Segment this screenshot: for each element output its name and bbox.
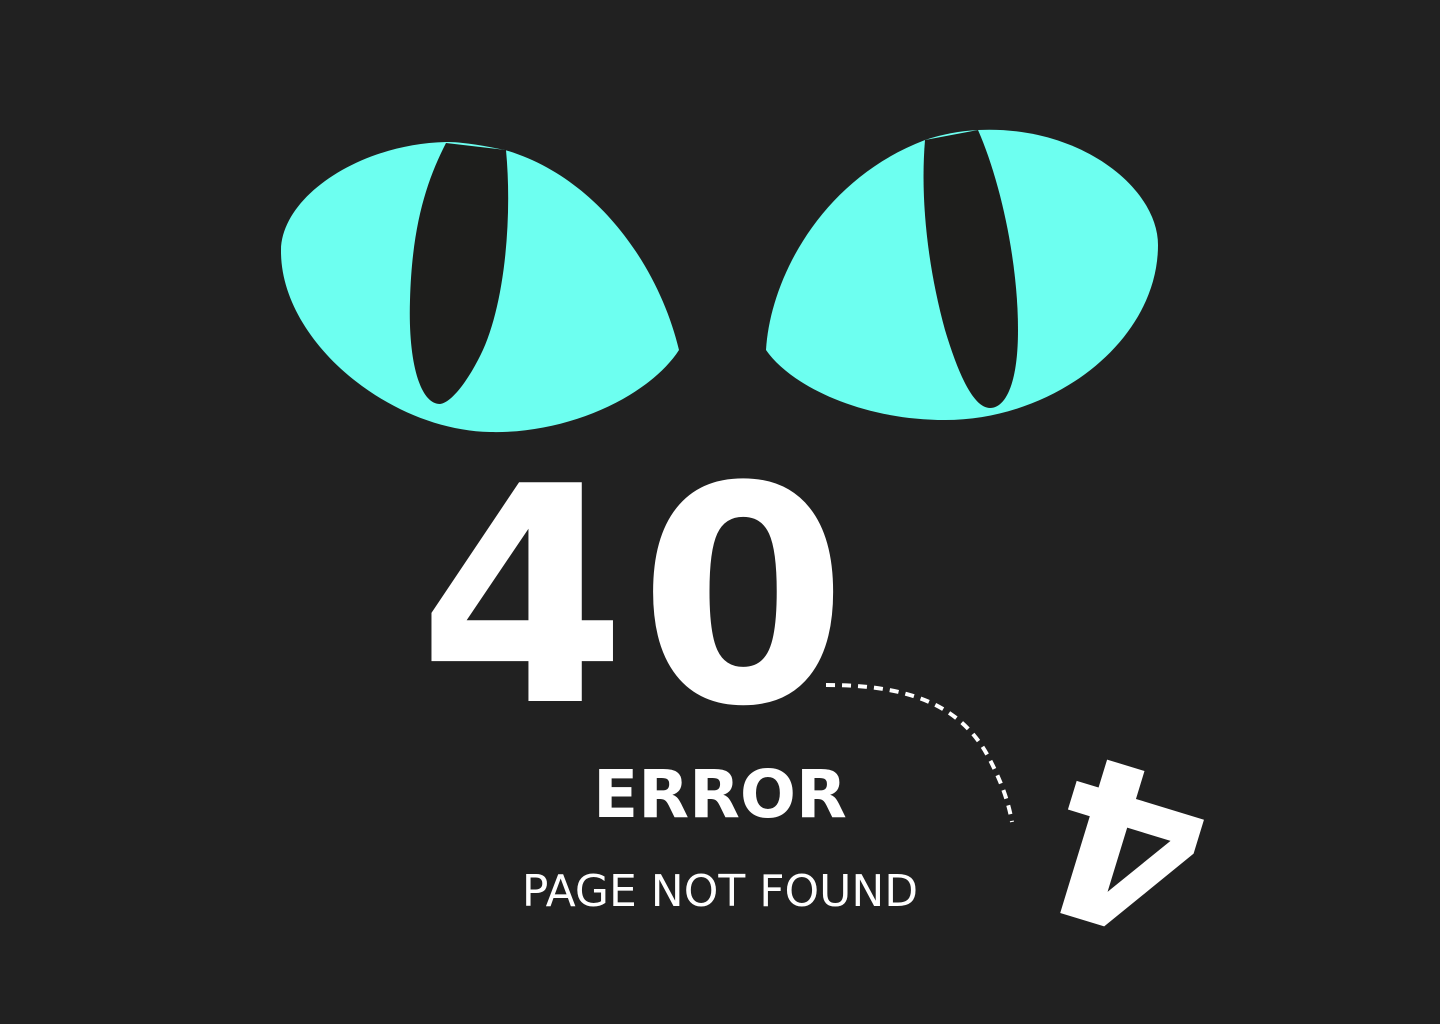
cat-eyes-illustration bbox=[280, 129, 1158, 433]
left-cat-eye-icon bbox=[280, 142, 679, 433]
error-title: ERROR bbox=[593, 756, 847, 833]
error-code-digits: 40 bbox=[418, 423, 860, 772]
right-cat-eye-icon bbox=[766, 129, 1158, 421]
error-page: 40 4 ERROR PAGE NOT FOUND bbox=[0, 0, 1440, 1024]
page-not-found-subtitle: PAGE NOT FOUND bbox=[521, 866, 919, 917]
fallen-digit-four: 4 bbox=[1015, 700, 1238, 990]
